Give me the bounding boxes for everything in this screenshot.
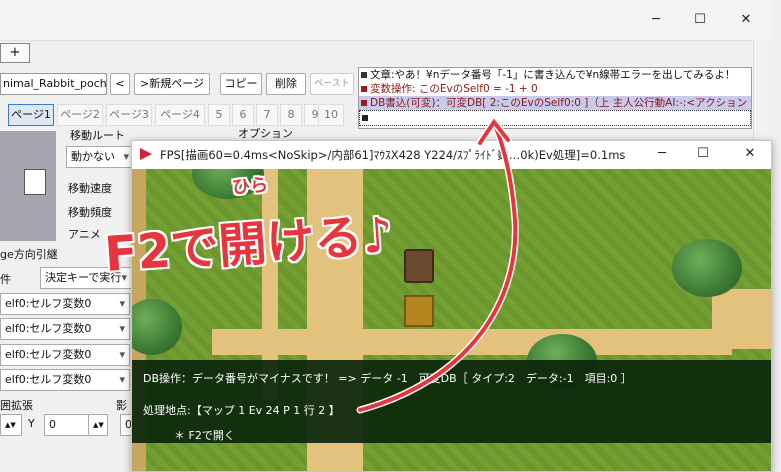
- annotation-furigana: ひら: [231, 174, 269, 199]
